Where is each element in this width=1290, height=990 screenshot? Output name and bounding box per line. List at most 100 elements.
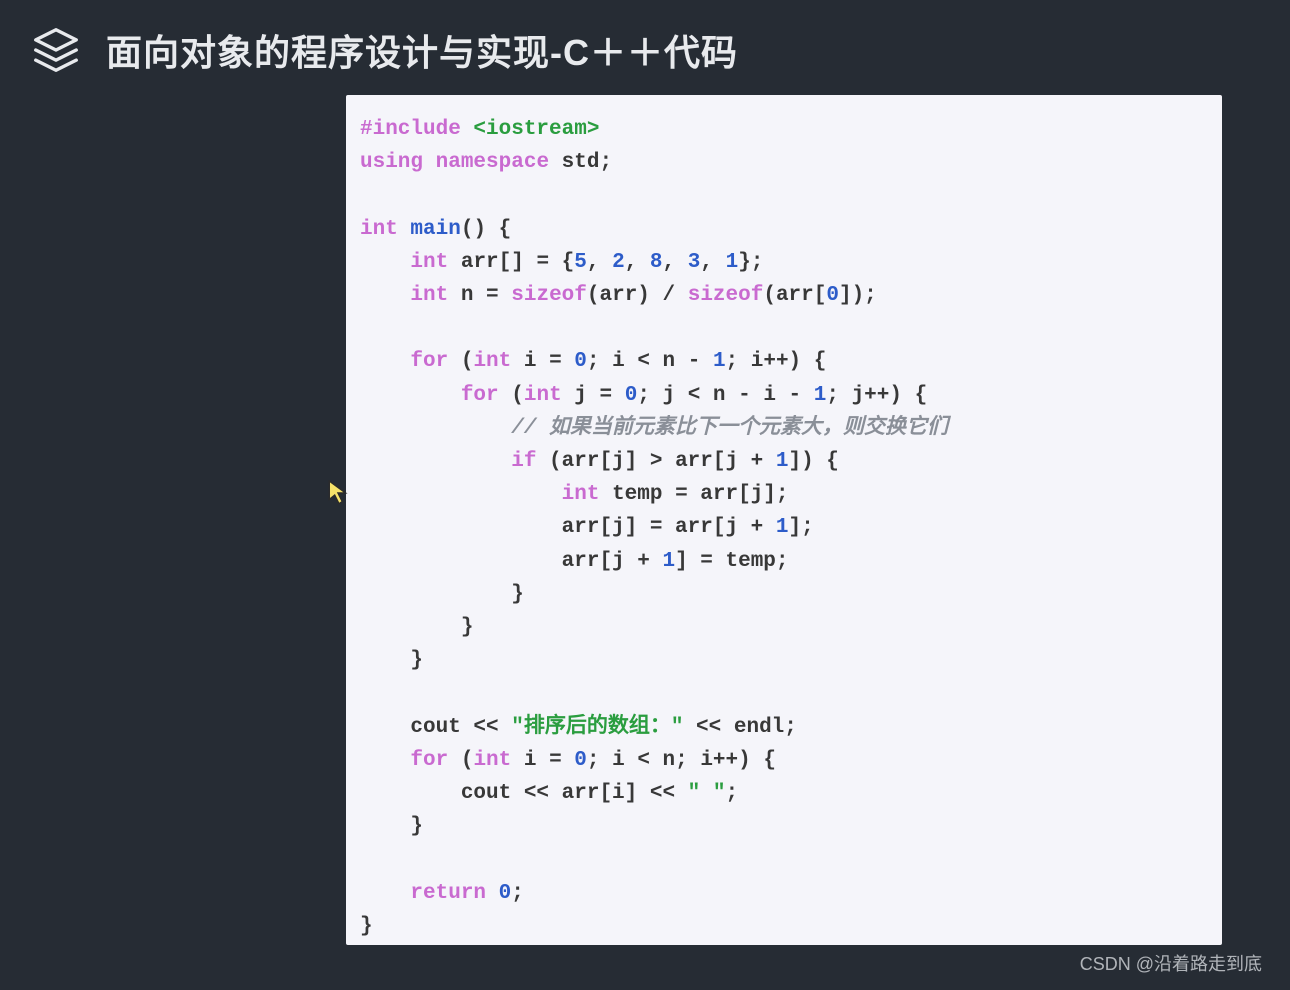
code-token: j =	[574, 384, 624, 407]
code-token: ];	[789, 516, 814, 539]
layers-icon	[28, 22, 84, 78]
code-token: namespace	[436, 151, 562, 174]
code-token: 1	[726, 251, 739, 274]
code-token: 8	[650, 251, 663, 274]
code-token: int	[473, 749, 523, 772]
code-token: arr[j +	[562, 550, 663, 573]
code-token: int	[410, 284, 460, 307]
code-token	[360, 350, 410, 373]
code-token: (arr[j] > arr[j +	[549, 450, 776, 473]
code-line: if (arr[j] > arr[j + 1]) {	[360, 445, 1208, 478]
code-token: ]) {	[789, 450, 839, 473]
code-token: int	[410, 251, 460, 274]
code-token: ]);	[839, 284, 877, 307]
code-line: #include <iostream>	[360, 113, 1208, 146]
code-token: ; j < n - i -	[637, 384, 813, 407]
code-token: #include	[360, 118, 473, 141]
code-line: for (int i = 0; i < n; i++) {	[360, 744, 1208, 777]
code-token: int	[524, 384, 574, 407]
code-token: ] = temp;	[675, 550, 788, 573]
code-token: for	[410, 749, 460, 772]
code-token: (	[461, 350, 474, 373]
code-token	[360, 882, 410, 905]
code-line: int main() {	[360, 213, 1208, 246]
code-line: }	[360, 910, 1208, 943]
code-token	[360, 516, 562, 539]
code-token: (	[461, 749, 474, 772]
code-token: (	[511, 384, 524, 407]
code-token: for	[410, 350, 460, 373]
code-line: for (int i = 0; i < n - 1; i++) {	[360, 345, 1208, 378]
code-token: 3	[688, 251, 701, 274]
code-line	[360, 312, 1208, 345]
code-token: <iostream>	[473, 118, 599, 141]
code-token: 0	[574, 350, 587, 373]
code-token: 1	[814, 384, 827, 407]
code-token: }	[360, 616, 473, 639]
code-line: }	[360, 578, 1208, 611]
code-token: for	[461, 384, 511, 407]
code-token	[360, 483, 562, 506]
code-token: 1	[662, 550, 675, 573]
code-token: int	[473, 350, 523, 373]
code-line: return 0;	[360, 877, 1208, 910]
code-token: using	[360, 151, 436, 174]
code-token: 5	[574, 251, 587, 274]
code-line: // 如果当前元素比下一个元素大，则交换它们	[360, 412, 1208, 445]
code-token: }	[360, 915, 373, 938]
code-token: n =	[461, 284, 511, 307]
code-token	[360, 251, 410, 274]
code-token: 0	[574, 749, 587, 772]
code-token: ; i++) {	[726, 350, 827, 373]
code-token: ;	[599, 151, 612, 174]
code-token: sizeof	[688, 284, 764, 307]
code-token: // 如果当前元素比下一个元素大，则交换它们	[511, 417, 948, 440]
code-token	[360, 284, 410, 307]
code-token: main	[410, 218, 460, 241]
slide-header: 面向对象的程序设计与实现-C＋＋代码	[0, 0, 1290, 100]
watermark: CSDN @沿着路走到底	[1080, 950, 1262, 976]
code-token: 1	[776, 450, 789, 473]
code-line: int temp = arr[j];	[360, 478, 1208, 511]
code-line	[360, 677, 1208, 710]
code-token: arr[j] = arr[j +	[562, 516, 776, 539]
code-token	[360, 550, 562, 573]
code-line: }	[360, 644, 1208, 677]
code-token	[360, 450, 511, 473]
slide-title: 面向对象的程序设计与实现-C＋＋代码	[106, 24, 738, 76]
code-token: (arr) /	[587, 284, 688, 307]
code-token: int	[360, 218, 410, 241]
code-token: ,	[663, 251, 688, 274]
code-token: i =	[524, 749, 574, 772]
code-token: sizeof	[511, 284, 587, 307]
code-token: }	[360, 649, 423, 672]
code-token: return	[410, 882, 498, 905]
code-token: temp = arr[j];	[612, 483, 788, 506]
code-token: ;	[511, 882, 524, 905]
code-token: 0	[625, 384, 638, 407]
code-token: ; i < n -	[587, 350, 713, 373]
code-token: 1	[776, 516, 789, 539]
code-token: }	[360, 583, 524, 606]
code-line: for (int j = 0; j < n - i - 1; j++) {	[360, 379, 1208, 412]
code-token: cout <<	[360, 716, 511, 739]
code-token: "排序后的数组："	[511, 716, 683, 739]
code-token: if	[511, 450, 549, 473]
code-line: using namespace std;	[360, 146, 1208, 179]
code-line: int n = sizeof(arr) / sizeof(arr[0]);	[360, 279, 1208, 312]
code-line: cout << arr[i] << " ";	[360, 777, 1208, 810]
code-token: std	[562, 151, 600, 174]
code-token: 0	[499, 882, 512, 905]
code-token: }	[360, 815, 423, 838]
code-token	[360, 384, 461, 407]
code-token: ; i < n; i++) {	[587, 749, 776, 772]
code-token: arr[] = {	[461, 251, 574, 274]
code-line: arr[j] = arr[j + 1];	[360, 511, 1208, 544]
code-line: }	[360, 611, 1208, 644]
code-token: " "	[688, 782, 726, 805]
code-token: ;	[725, 782, 738, 805]
code-line	[360, 179, 1208, 212]
code-panel: #include <iostream> using namespace std ; …	[346, 95, 1222, 945]
code-token: ,	[587, 251, 612, 274]
code-token: ,	[625, 251, 650, 274]
